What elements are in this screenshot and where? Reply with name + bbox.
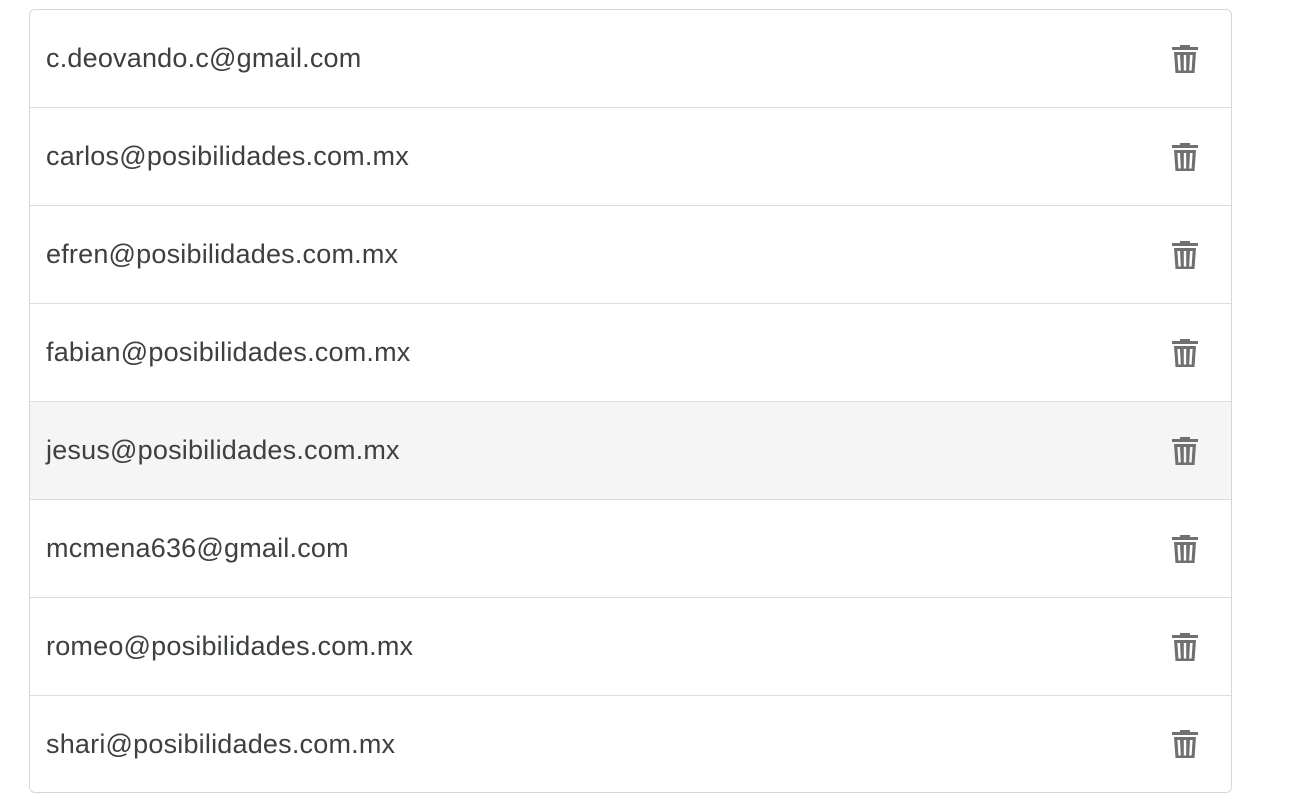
email-address: efren@posibilidades.com.mx — [46, 239, 399, 269]
email-list-item: efren@posibilidades.com.mx — [30, 206, 1231, 304]
delete-email-button[interactable] — [1163, 37, 1207, 81]
trash-icon — [1172, 730, 1198, 758]
trash-icon — [1172, 632, 1198, 661]
trash-icon — [1172, 240, 1198, 269]
email-address: fabian@posibilidades.com.mx — [46, 337, 411, 367]
email-list-item: fabian@posibilidades.com.mx — [30, 304, 1231, 402]
email-address: jesus@posibilidades.com.mx — [46, 435, 400, 465]
email-list-item: mcmena636@gmail.com — [30, 500, 1231, 598]
email-list-item: romeo@posibilidades.com.mx — [30, 598, 1231, 696]
email-address: carlos@posibilidades.com.mx — [46, 141, 409, 171]
trash-icon — [1172, 436, 1198, 465]
email-address: c.deovando.c@gmail.com — [46, 43, 362, 73]
delete-email-button[interactable] — [1163, 625, 1207, 669]
email-list-item: c.deovando.c@gmail.com — [30, 10, 1231, 108]
delete-email-button[interactable] — [1163, 527, 1207, 571]
trash-icon — [1172, 142, 1198, 171]
delete-email-button[interactable] — [1163, 135, 1207, 179]
email-list-item: carlos@posibilidades.com.mx — [30, 108, 1231, 206]
trash-icon — [1172, 44, 1198, 73]
delete-email-button[interactable] — [1163, 233, 1207, 277]
email-list: c.deovando.c@gmail.com carlos@posibilida… — [29, 9, 1232, 793]
trash-icon — [1172, 534, 1198, 563]
email-address: shari@posibilidades.com.mx — [46, 728, 396, 759]
email-list-item: jesus@posibilidades.com.mx — [30, 402, 1231, 500]
delete-email-button[interactable] — [1163, 429, 1207, 473]
trash-icon — [1172, 338, 1198, 367]
email-address: mcmena636@gmail.com — [46, 533, 349, 563]
delete-email-button[interactable] — [1163, 722, 1207, 766]
email-list-item: shari@posibilidades.com.mx — [30, 696, 1231, 792]
delete-email-button[interactable] — [1163, 331, 1207, 375]
email-address: romeo@posibilidades.com.mx — [46, 631, 414, 661]
